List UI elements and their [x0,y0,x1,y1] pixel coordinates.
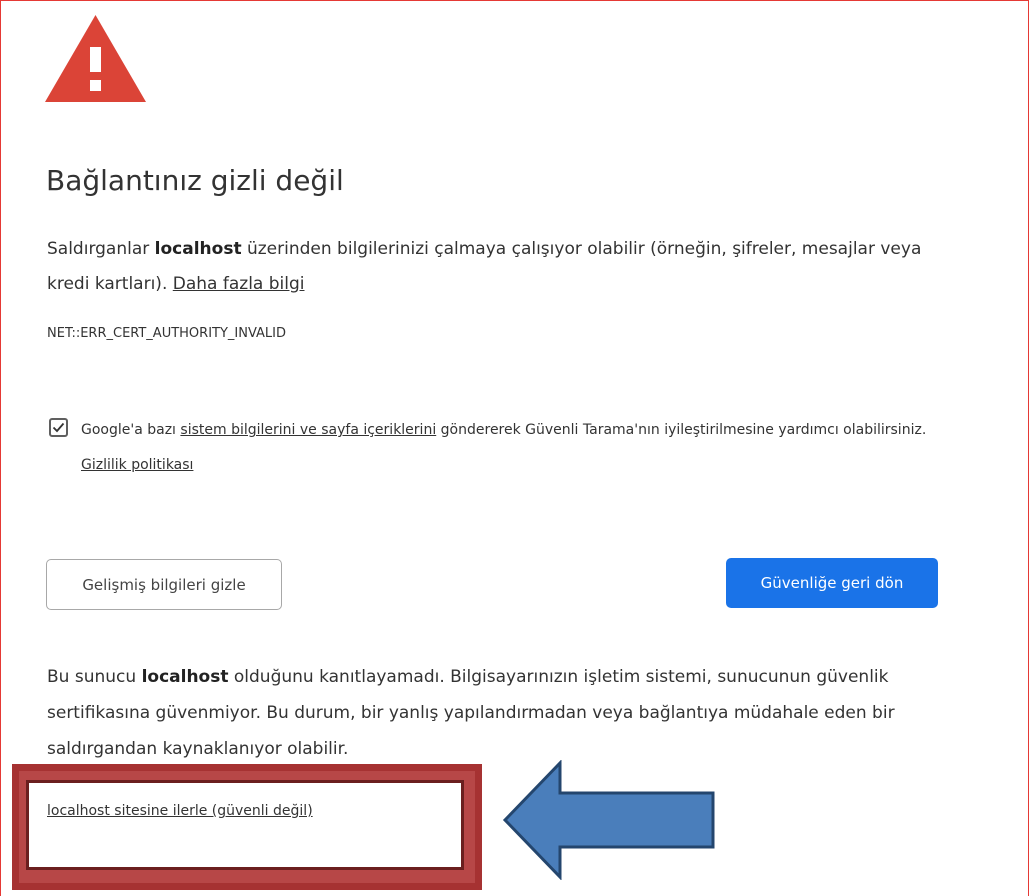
explanation-prefix: Bu sunucu [47,667,137,687]
hide-advanced-button[interactable]: Gelişmiş bilgileri gizle [46,559,282,610]
annotation-highlight-inner [26,780,464,870]
intro-text: Saldırganlar localhost üzerinden bilgile… [47,232,937,302]
intro-prefix: Saldırganlar [47,239,150,259]
safe-browsing-checkbox[interactable] [49,418,68,437]
optin-middle: göndererek Güvenli Tarama'nın iyileştiri… [440,422,927,438]
warning-triangle-icon [45,15,146,102]
proceed-unsafe-link[interactable]: localhost sitesine ilerle (güvenli değil… [47,803,313,819]
explanation-host: localhost [141,667,229,687]
learn-more-link[interactable]: Daha fazla bilgi [173,274,305,294]
safe-browsing-optin-text: Google'a bazı sistem bilgilerini ve sayf… [81,413,941,483]
arrow-left-icon [502,760,715,880]
system-info-link[interactable]: sistem bilgilerini ve sayfa içeriklerini [180,422,436,438]
back-to-safety-button[interactable]: Güvenliğe geri dön [726,558,938,608]
advanced-explanation-text: Bu sunucu localhost olduğunu kanıtlayama… [47,659,947,767]
checkmark-icon [52,422,65,433]
optin-prefix: Google'a bazı [81,422,176,438]
intro-host: localhost [154,239,242,259]
privacy-policy-link[interactable]: Gizlilik politikası [81,457,193,473]
page-title: Bağlantınız gizli değil [46,164,344,197]
error-code: NET::ERR_CERT_AUTHORITY_INVALID [47,326,287,341]
